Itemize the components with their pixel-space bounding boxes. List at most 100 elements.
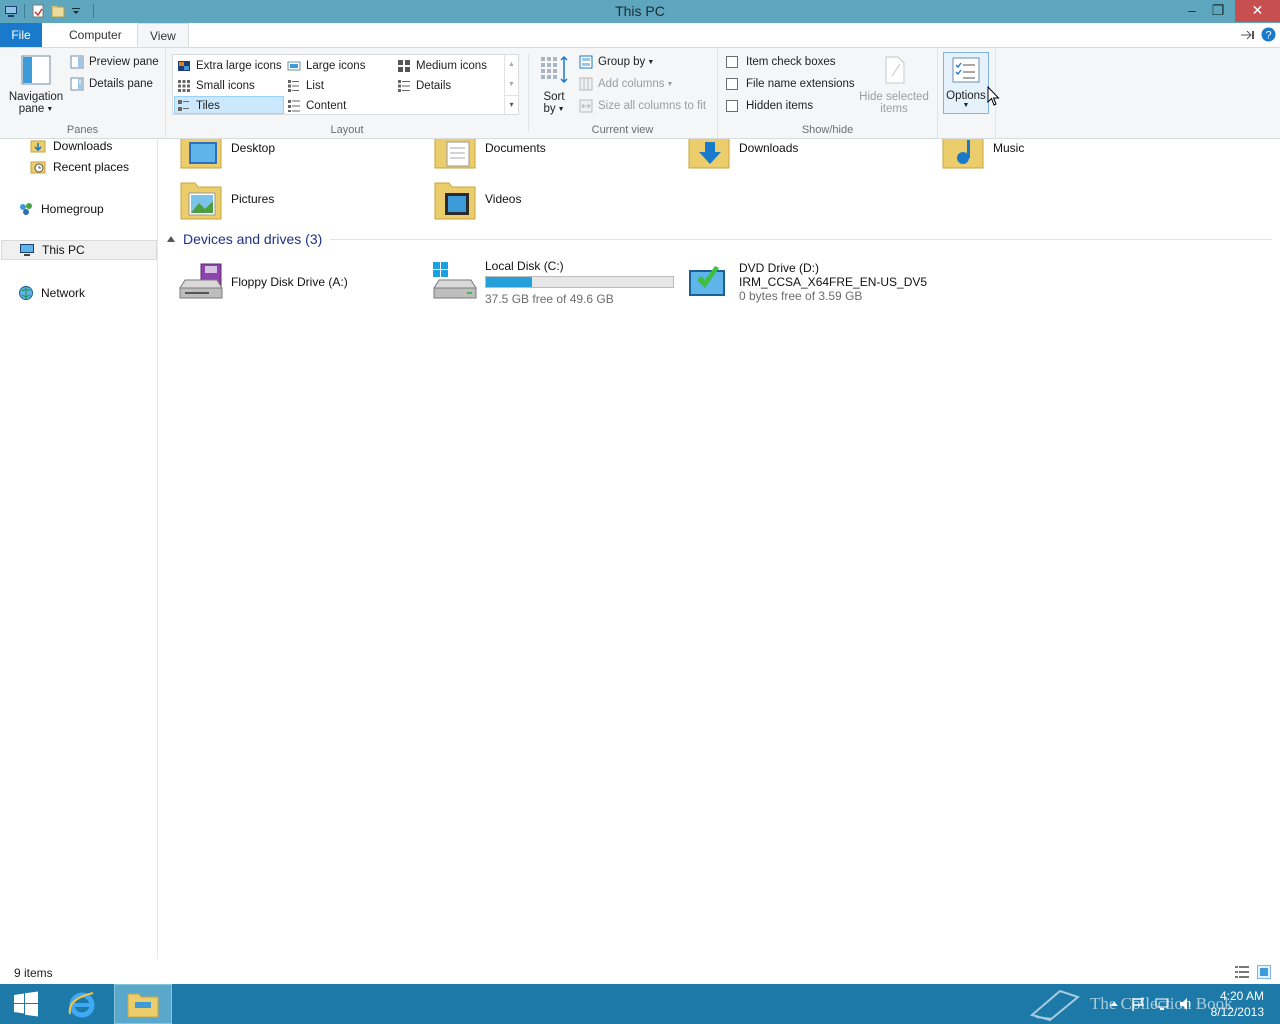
details-view-icon[interactable]: [1235, 966, 1249, 978]
drive-tile-floppy[interactable]: Floppy Disk Drive (A:): [177, 258, 348, 306]
action-center-flag-icon[interactable]: [1130, 996, 1146, 1012]
gallery-more-icon[interactable]: ▾: [505, 95, 518, 113]
list-icon: [288, 80, 299, 92]
hidden-items-checkbox[interactable]: [726, 100, 738, 112]
details-label: Details: [416, 80, 452, 92]
nav-item-homegroup[interactable]: Homegroup: [18, 199, 104, 219]
downloads-folder-icon: [688, 139, 730, 169]
dvd-drive-icon: [689, 266, 725, 296]
item-check-boxes-checkbox[interactable]: [726, 56, 738, 68]
item-check-boxes-toggle[interactable]: Item check boxes: [726, 52, 835, 72]
sort-by-button[interactable]: Sort by ▼: [536, 54, 572, 115]
network-icon: [19, 286, 33, 300]
navigation-pane-button[interactable]: Navigation pane ▼: [6, 54, 66, 115]
drive-tile-dvd-d[interactable]: DVD Drive (D:) IRM_CCSA_X64FRE_EN-US_DV5…: [685, 258, 927, 306]
hide-selected-items-button[interactable]: Hide selected items: [856, 54, 932, 115]
tiles-option[interactable]: Tiles: [177, 96, 220, 116]
tab-file[interactable]: File: [0, 23, 42, 47]
chevron-down-icon: ▼: [46, 105, 54, 113]
nav-item-downloads[interactable]: Downloads: [30, 136, 112, 156]
nav-item-this-pc[interactable]: This PC: [1, 240, 157, 260]
medium-icons-option[interactable]: Medium icons: [397, 56, 487, 76]
content-label: Content: [306, 100, 347, 112]
file-name-extensions-checkbox[interactable]: [726, 78, 738, 90]
hidden-items-toggle[interactable]: Hidden items: [726, 96, 813, 116]
recent-places-icon: [30, 161, 46, 174]
file-name-extensions-label: File name extensions: [746, 78, 855, 90]
current-view-group: Sort by ▼ Group by ▼ Add columns ▼ Size …: [528, 48, 718, 138]
show-hide-group-label: Show/hide: [801, 124, 854, 136]
nav-item-label: Downloads: [53, 139, 113, 153]
folder-tile-pictures[interactable]: Pictures: [177, 175, 274, 223]
ribbon: Navigation pane ▼ Preview pane Details p…: [0, 47, 1280, 139]
options-button[interactable]: Options ▼: [943, 52, 989, 114]
taskbar-clock[interactable]: 4:20 AM 8/12/2013: [1211, 988, 1264, 1020]
chevron-down-icon: ▼: [666, 80, 674, 88]
drive-free-space: 37.5 GB free of 49.6 GB: [485, 291, 614, 306]
extra-large-icons-label: Extra large icons: [196, 60, 282, 72]
hide-selected-label-2: items: [880, 103, 908, 115]
group-by-button[interactable]: Group by ▼: [579, 52, 654, 72]
tab-view[interactable]: View: [137, 23, 189, 47]
large-icons-option[interactable]: Large icons: [287, 56, 365, 76]
layout-group-label: Layout: [330, 124, 364, 136]
clock-date: 8/12/2013: [1210, 1005, 1264, 1019]
extra-large-icons-option[interactable]: Extra large icons: [177, 56, 282, 76]
list-option[interactable]: List: [287, 76, 324, 96]
mouse-cursor-icon: [987, 86, 1000, 106]
hide-selected-items-icon: [885, 56, 905, 84]
videos-folder-icon: [434, 182, 476, 220]
network-tray-icon[interactable]: [1154, 996, 1170, 1012]
size-all-columns-label: Size all columns to fit: [598, 100, 707, 112]
drive-label: DVD Drive (D:): [739, 261, 819, 275]
help-icon[interactable]: ?: [1261, 27, 1276, 42]
taskbar-internet-explorer[interactable]: [56, 984, 108, 1024]
drive-tile-local-disk-c[interactable]: Local Disk (C:) 37.5 GB free of 49.6 GB: [431, 258, 674, 306]
restore-button[interactable]: ❐: [1203, 0, 1233, 22]
small-icons-option[interactable]: Small icons: [177, 76, 255, 96]
collapse-arrow-icon[interactable]: [167, 236, 175, 242]
large-icons-view-icon[interactable]: [1257, 965, 1271, 979]
gallery-scroll-down-icon[interactable]: ▼: [505, 75, 518, 95]
folder-tile-music[interactable]: Music: [939, 139, 1024, 172]
folder-tile-downloads[interactable]: Downloads: [685, 139, 798, 172]
folder-label: Documents: [485, 141, 546, 155]
desktop-folder-icon: [180, 139, 222, 169]
preview-pane-button[interactable]: Preview pane: [70, 52, 159, 72]
show-hidden-icons-icon[interactable]: [1106, 996, 1122, 1012]
start-button[interactable]: [0, 984, 52, 1024]
status-bar: 9 items: [0, 959, 1280, 984]
file-name-extensions-toggle[interactable]: File name extensions: [726, 74, 855, 94]
size-all-columns-button[interactable]: Size all columns to fit: [579, 96, 706, 116]
folder-label: Downloads: [739, 141, 799, 155]
taskbar-file-explorer[interactable]: [114, 984, 172, 1024]
details-option[interactable]: Details: [397, 76, 451, 96]
details-pane-button[interactable]: Details pane: [70, 74, 153, 94]
folder-label: Desktop: [231, 141, 276, 155]
nav-item-recent-places[interactable]: Recent places: [30, 157, 129, 177]
computer-icon: [20, 244, 34, 256]
folder-tile-desktop[interactable]: Desktop: [177, 139, 275, 172]
section-divider: [330, 238, 1272, 240]
clock-time: 4:20 AM: [1219, 989, 1264, 1003]
nav-item-network[interactable]: Network: [18, 283, 85, 303]
navigation-pane-label: Navigation: [8, 91, 64, 103]
folder-tile-videos[interactable]: Videos: [431, 175, 521, 223]
volume-icon[interactable]: [1178, 996, 1194, 1012]
homegroup-icon: [20, 203, 32, 215]
disk-usage-bar: [485, 275, 674, 288]
folder-tile-documents[interactable]: Documents: [431, 139, 546, 172]
layout-gallery: Extra large icons Large icons Medium ico…: [172, 54, 519, 115]
devices-section-header[interactable]: Devices and drives (3): [167, 231, 1272, 247]
chevron-down-icon: ▼: [962, 102, 970, 109]
minimize-ribbon-icon[interactable]: [1239, 29, 1255, 41]
medium-icons-label: Medium icons: [416, 60, 487, 72]
window-title: This PC: [615, 3, 665, 19]
content-option[interactable]: Content: [287, 96, 346, 116]
tab-computer[interactable]: Computer: [57, 23, 134, 47]
gallery-scroll-up-icon[interactable]: ▲: [505, 55, 518, 75]
close-button[interactable]: ✕: [1235, 0, 1280, 22]
add-columns-button[interactable]: Add columns ▼: [579, 74, 673, 94]
sort-by-label: Sort: [543, 91, 565, 103]
floppy-drive-icon: [179, 263, 223, 299]
